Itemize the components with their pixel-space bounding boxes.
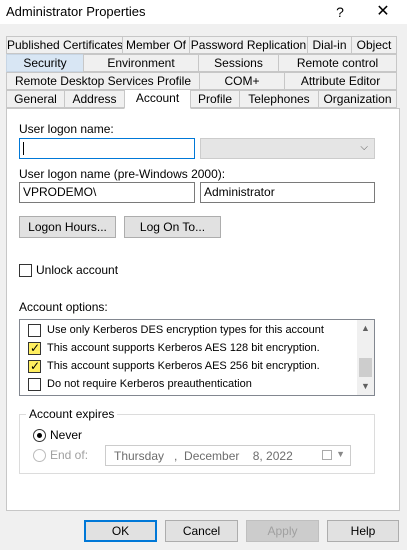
pre2000-domain-field: VPRODEMO\ [19, 182, 195, 203]
tab-attribute-editor[interactable]: Attribute Editor [284, 72, 397, 90]
unlock-account-checkbox[interactable] [19, 264, 32, 277]
account-options-list[interactable]: Use only Kerberos DES encryption types f… [19, 319, 375, 396]
chevron-down-icon: ▼ [336, 449, 345, 459]
chevron-down-icon: ⌵ [360, 142, 368, 153]
tab-dial-in[interactable]: Dial-in [307, 36, 352, 54]
account-options-label: Account options: [19, 300, 108, 314]
close-icon[interactable]: ✕ [368, 1, 398, 23]
option-checkbox[interactable] [28, 324, 41, 337]
checkmark-icon: ✓ [30, 341, 41, 355]
checkmark-icon: ✓ [30, 359, 41, 373]
tab-address[interactable]: Address [64, 90, 125, 108]
account-tab-panel: User logon name: ⌵ User logon name (pre-… [6, 108, 400, 511]
option-label: This account supports Kerberos AES 256 b… [47, 360, 320, 372]
tab-password-replication[interactable]: Password Replication [189, 36, 308, 54]
pre2000-username-input[interactable]: Administrator [200, 182, 375, 203]
unlock-account-label: Unlock account [36, 263, 119, 277]
option-label: Use only Kerberos DES encryption types f… [47, 324, 324, 336]
tab-object[interactable]: Object [351, 36, 397, 54]
options-scrollbar[interactable]: ▲ ▼ [357, 320, 374, 395]
list-item[interactable]: Do not require Kerberos preauthenticatio… [20, 376, 356, 394]
help-button[interactable]: Help [327, 520, 399, 542]
tab-environment[interactable]: Environment [83, 54, 199, 72]
scroll-thumb[interactable] [359, 358, 372, 377]
account-expires-label: Account expires [26, 407, 118, 421]
cancel-button[interactable]: Cancel [165, 520, 238, 542]
logon-name-input[interactable] [19, 138, 195, 159]
title-bar: Administrator Properties ? ✕ [0, 0, 407, 24]
tab-organization[interactable]: Organization [318, 90, 397, 108]
scroll-up-icon[interactable]: ▲ [357, 320, 374, 337]
tab-published-certificates[interactable]: Published Certificates [6, 36, 123, 54]
never-label: Never [50, 428, 83, 442]
calendar-icon [322, 450, 332, 460]
window-title: Administrator Properties [6, 4, 146, 19]
option-checkbox[interactable]: ✓ [28, 341, 41, 355]
end-of-date-picker[interactable]: Thursday , December 8, 2022 ▼ [105, 445, 351, 466]
never-radio[interactable] [33, 429, 46, 442]
tab-security[interactable]: Security [6, 54, 84, 72]
log-on-to-button[interactable]: Log On To... [124, 216, 221, 238]
scroll-down-icon[interactable]: ▼ [357, 378, 374, 395]
tab-general[interactable]: General [6, 90, 65, 108]
option-label: This account supports Kerberos AES 128 b… [47, 342, 320, 354]
list-item[interactable]: Use only Kerberos DES encryption types f… [20, 322, 356, 340]
tab-profile[interactable]: Profile [190, 90, 240, 108]
text-caret [23, 142, 24, 155]
apply-button[interactable]: Apply [246, 520, 319, 542]
list-item[interactable]: ✓ This account supports Kerberos AES 256… [20, 358, 356, 376]
pre2000-label: User logon name (pre-Windows 2000): [19, 167, 226, 181]
option-checkbox[interactable] [28, 378, 41, 391]
end-of-radio[interactable] [33, 449, 46, 462]
tab-member-of[interactable]: Member Of [122, 36, 190, 54]
option-label: Do not require Kerberos preauthenticatio… [47, 378, 252, 390]
end-of-date-value: Thursday , December 8, 2022 [114, 449, 293, 463]
tab-sessions[interactable]: Sessions [198, 54, 279, 72]
tab-com-plus[interactable]: COM+ [199, 72, 285, 90]
help-icon[interactable]: ? [325, 1, 355, 23]
logon-hours-button[interactable]: Logon Hours... [19, 216, 116, 238]
tab-remote-desktop-services-profile[interactable]: Remote Desktop Services Profile [6, 72, 200, 90]
end-of-label: End of: [50, 448, 89, 462]
ok-button[interactable]: OK [84, 520, 157, 542]
list-item[interactable]: ✓ This account supports Kerberos AES 128… [20, 340, 356, 358]
tab-telephones[interactable]: Telephones [239, 90, 319, 108]
tab-account[interactable]: Account [124, 89, 191, 109]
upn-suffix-dropdown[interactable]: ⌵ [200, 138, 375, 159]
option-checkbox[interactable]: ✓ [28, 359, 41, 373]
tab-remote-control[interactable]: Remote control [278, 54, 397, 72]
logon-name-label: User logon name: [19, 122, 114, 136]
